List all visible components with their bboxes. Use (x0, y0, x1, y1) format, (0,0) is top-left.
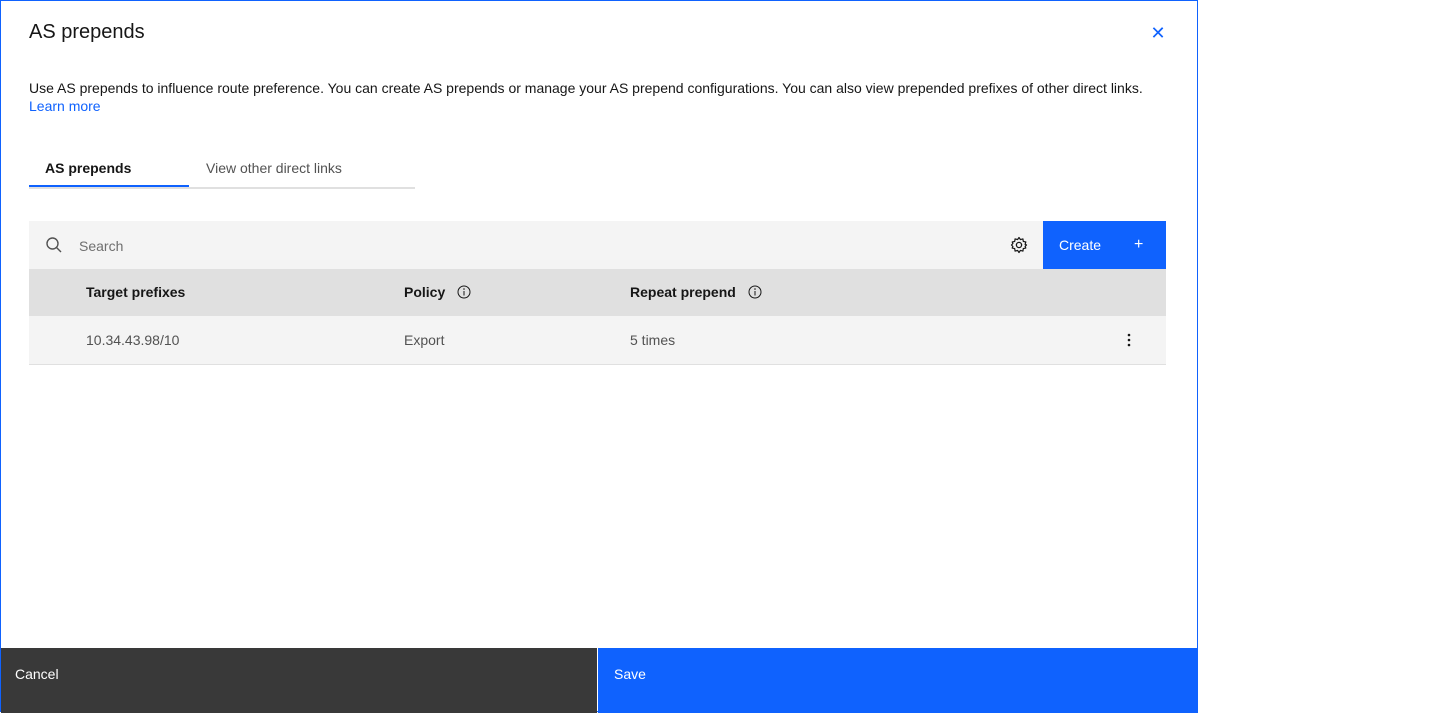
cancel-button-label: Cancel (15, 666, 59, 682)
tab-as-prepends[interactable]: AS prepends (29, 153, 189, 187)
modal-footer: Cancel Save (1, 648, 1198, 713)
info-icon[interactable] (748, 285, 762, 299)
column-header-label: Repeat prepend (630, 284, 736, 300)
info-icon[interactable] (457, 285, 471, 299)
cell-policy: Export (404, 332, 445, 348)
table-header: Target prefixes Policy Repeat prepend (29, 269, 1166, 316)
modal-title: AS prepends (29, 21, 145, 43)
column-header-label: Policy (404, 284, 446, 300)
tab-view-other-direct-links[interactable]: View other direct links (206, 153, 342, 185)
modal-description: Use AS prepends to influence route prefe… (29, 79, 1159, 115)
cancel-button[interactable]: Cancel (1, 648, 597, 713)
column-header-target-prefixes[interactable]: Target prefixes (86, 269, 185, 316)
column-header-repeat-prepend[interactable]: Repeat prepend (630, 269, 762, 316)
overflow-menu-icon[interactable] (1119, 330, 1139, 350)
as-prepends-modal: AS prepends ✕ Use AS prepends to influen… (0, 0, 1198, 713)
column-header-policy[interactable]: Policy (404, 269, 471, 316)
save-button[interactable]: Save (598, 648, 1198, 713)
create-button[interactable]: Create + (1043, 221, 1166, 269)
cell-target-prefix: 10.34.43.98/10 (86, 332, 180, 348)
save-button-label: Save (614, 666, 646, 682)
gear-icon[interactable] (1010, 236, 1028, 254)
close-icon: ✕ (1150, 23, 1166, 43)
description-text: Use AS prepends to influence route prefe… (29, 80, 1143, 96)
search-input[interactable] (77, 221, 981, 271)
learn-more-link[interactable]: Learn more (29, 98, 101, 114)
create-button-label: Create (1059, 237, 1102, 253)
column-header-label: Target prefixes (86, 284, 186, 300)
cell-repeat-prepend: 5 times (630, 332, 676, 348)
add-icon: + (1134, 236, 1144, 253)
tab-list: AS prepends View other direct links (29, 153, 415, 189)
table-row: 10.34.43.98/10 Export 5 times (29, 316, 1166, 365)
search-icon (46, 237, 62, 253)
close-button[interactable]: ✕ (1147, 22, 1169, 44)
table-toolbar: Create + (29, 221, 1166, 271)
